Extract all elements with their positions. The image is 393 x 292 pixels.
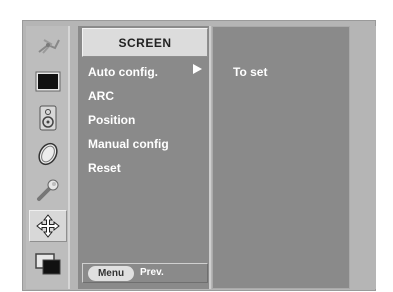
menu-item-arc[interactable]: ARC xyxy=(88,89,114,103)
picture-icon[interactable] xyxy=(29,66,67,98)
menu-item-reset[interactable]: Reset xyxy=(88,161,121,175)
menu-item-position[interactable]: Position xyxy=(88,113,135,127)
pip-icon[interactable] xyxy=(29,248,67,280)
icon-sidebar xyxy=(26,26,70,289)
submenu-option-to-set[interactable]: To set xyxy=(233,65,267,79)
screen-arrows-icon[interactable] xyxy=(29,210,67,242)
menu-button[interactable]: Menu xyxy=(88,266,134,281)
submenu-arrow-icon xyxy=(193,64,202,74)
prev-hint: Prev. xyxy=(140,267,164,278)
speaker-icon[interactable] xyxy=(29,102,67,134)
wrench-icon[interactable] xyxy=(29,174,67,206)
menu-item-auto-config[interactable]: Auto config. xyxy=(88,65,158,79)
antenna-icon[interactable] xyxy=(29,30,67,62)
menu-title-tab: SCREEN xyxy=(82,28,208,57)
frame-right-edge xyxy=(350,26,376,289)
menu-item-manual-config[interactable]: Manual config xyxy=(88,137,169,151)
clock-icon[interactable] xyxy=(29,138,67,170)
